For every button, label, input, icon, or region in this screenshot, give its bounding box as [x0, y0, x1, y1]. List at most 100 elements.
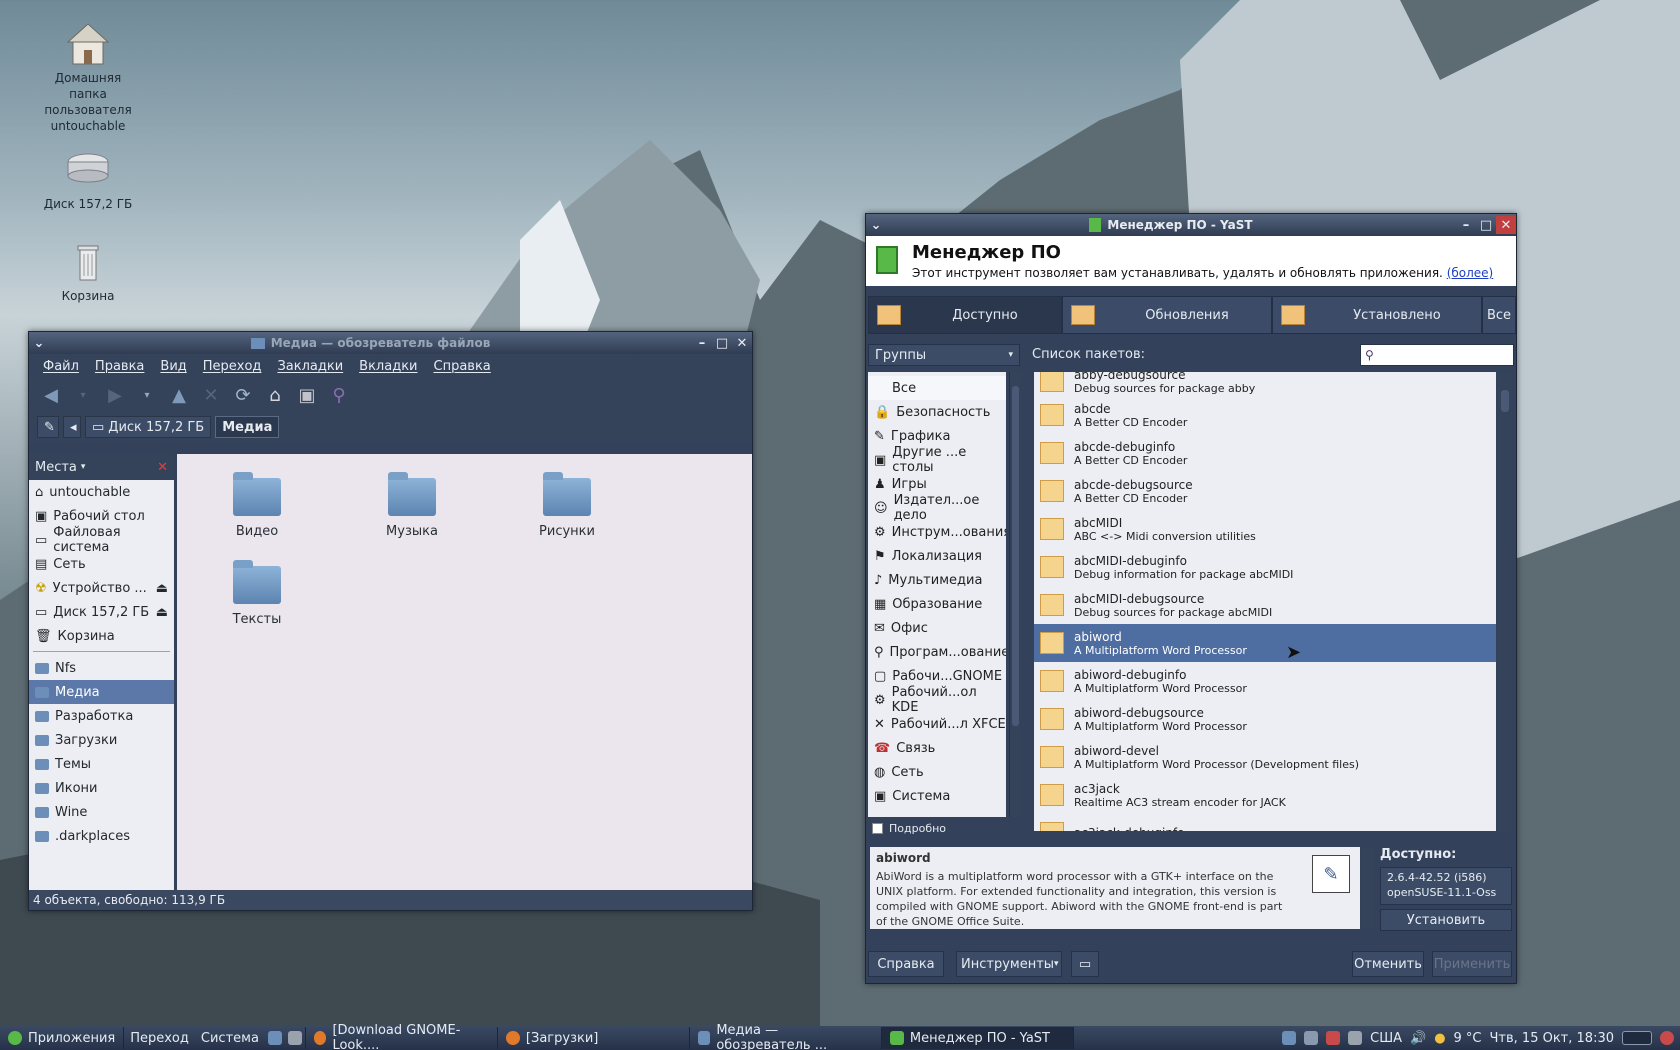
tab-installed[interactable]: Установлено	[1272, 296, 1482, 334]
home-icon[interactable]: ⌂	[261, 382, 289, 408]
package-row-selected[interactable]: abiword A Multiplatform Word Processor	[1034, 624, 1496, 662]
desktop-home-folder[interactable]: Домашняя папка пользователя untouchable	[38, 22, 138, 134]
help-button[interactable]: Справка	[868, 951, 944, 977]
sidebar-title[interactable]: Места	[35, 460, 77, 475]
task-file-browser[interactable]: Медиа — обозреватель ...	[690, 1023, 882, 1050]
back-dropdown-icon[interactable]: ▾	[69, 382, 97, 408]
bookmark-media[interactable]: Медиа	[29, 680, 174, 704]
package-row[interactable]: abcMIDI-debugsource Debug sources for pac…	[1034, 586, 1496, 624]
forward-icon[interactable]: ▶	[101, 382, 129, 408]
path-current-button[interactable]: Медиа	[215, 416, 280, 438]
file-browser-titlebar[interactable]: ⌄ Медиа — обозреватель файлов – □ ✕	[29, 332, 752, 354]
package-row[interactable]: abiword-devel A Multiplatform Word Proces…	[1034, 738, 1496, 776]
package-row[interactable]: abcMIDI ABC <-> Midi conversion utilities	[1034, 510, 1496, 548]
keyboard-layout[interactable]: США	[1370, 1031, 1402, 1046]
bookmark-dev[interactable]: Разработка	[29, 704, 174, 728]
scrollbar-thumb[interactable]	[1501, 390, 1509, 412]
toggle-location-icon[interactable]: ✎	[37, 416, 59, 438]
minimize-button[interactable]: –	[692, 334, 712, 352]
minimize-button[interactable]: –	[1456, 216, 1476, 234]
group-all[interactable]: Все	[868, 376, 1006, 400]
group-security[interactable]: 🔒 Безопасность	[868, 400, 1006, 424]
place-home[interactable]: ⌂ untouchable	[29, 480, 174, 504]
group-system[interactable]: ▣ Система	[868, 784, 1006, 808]
file-view[interactable]: Видео Музыка Рисунки Тексты	[177, 454, 752, 890]
yast-titlebar[interactable]: ⌄ Менеджер ПО - YaST – □ ✕	[866, 214, 1516, 236]
file-manager-launcher[interactable]	[265, 1027, 285, 1049]
group-other-desktops[interactable]: ▣ Другие ...е столы	[868, 445, 1006, 475]
group-xfce[interactable]: ✕ Рабочий...л XFCE	[868, 712, 1006, 736]
groups-scrollbar[interactable]	[1009, 372, 1021, 817]
groups-combo[interactable]: Группы ▾	[868, 344, 1020, 366]
file-item-music[interactable]: Музыка	[362, 466, 462, 539]
menu-file[interactable]: Файл	[35, 359, 87, 374]
up-icon[interactable]: ▲	[165, 382, 193, 408]
more-link[interactable]: (более)	[1447, 266, 1494, 280]
desktop-drive[interactable]: Диск 157,2 ГБ	[38, 148, 138, 212]
description-scrollbar[interactable]	[1362, 847, 1374, 929]
weather-icon[interactable]: ●	[1434, 1031, 1445, 1046]
display-icon[interactable]	[1348, 1031, 1363, 1045]
apply-button[interactable]: Применить	[1432, 951, 1512, 977]
package-row[interactable]: abcde A Better CD Encoder	[1034, 396, 1496, 434]
cancel-button[interactable]: Отменить	[1352, 951, 1424, 977]
file-item-video[interactable]: Видео	[207, 466, 307, 539]
reload-icon[interactable]: ⟳	[229, 382, 257, 408]
place-network[interactable]: ▤ Сеть	[29, 552, 174, 576]
computer-icon[interactable]: ▣	[293, 382, 321, 408]
path-left-arrow-icon[interactable]: ◂	[63, 416, 81, 438]
path-drive-button[interactable]: ▭ Диск 157,2 ГБ	[85, 416, 212, 438]
place-trash[interactable]: 🗑 Корзина	[29, 624, 174, 648]
file-item-pictures[interactable]: Рисунки	[517, 466, 617, 539]
package-row[interactable]: abiword-debuginfo A Multiplatform Word Pr…	[1034, 662, 1496, 700]
chevron-down-icon[interactable]: ▾	[81, 462, 86, 472]
group-publishing[interactable]: ☺ Издател...ое дело	[868, 493, 1006, 523]
stop-icon[interactable]: ✕	[197, 382, 225, 408]
volume-icon[interactable]: 🔊	[1410, 1031, 1426, 1046]
menu-edit[interactable]: Правка	[87, 359, 152, 374]
menu-help[interactable]: Справка	[426, 359, 499, 374]
maximize-button[interactable]: □	[712, 334, 732, 352]
group-communication[interactable]: ☎ Связь	[868, 736, 1006, 760]
tools-button[interactable]: Инструменты ▾	[956, 951, 1062, 977]
version-select[interactable]: 2.6.4-42.52 (i586) openSUSE-11.1-Oss	[1380, 867, 1512, 905]
terminal-launcher[interactable]	[285, 1027, 306, 1049]
task-yast[interactable]: Менеджер ПО - YaST	[881, 1027, 1074, 1049]
bookmark-nfs[interactable]: Nfs	[29, 656, 174, 680]
group-education[interactable]: ▦ Образование	[868, 592, 1006, 616]
group-network[interactable]: ◍ Сеть	[868, 760, 1006, 784]
log-button[interactable]: ▭	[1071, 951, 1099, 977]
package-row[interactable]: ac3jack-debuginfo	[1034, 814, 1496, 831]
group-tools[interactable]: ⚙ Инструм...ования	[868, 520, 1006, 544]
package-row[interactable]: abcde-debuginfo A Better CD Encoder	[1034, 434, 1496, 472]
back-icon[interactable]: ◀	[37, 382, 65, 408]
tab-available[interactable]: Доступно	[868, 296, 1062, 334]
bookmark-icons[interactable]: Икони	[29, 776, 174, 800]
bookmark-themes[interactable]: Темы	[29, 752, 174, 776]
scrollbar-thumb[interactable]	[1012, 386, 1019, 726]
menu-view[interactable]: Вид	[152, 359, 194, 374]
search-field[interactable]: ⚲	[1360, 344, 1514, 366]
group-localization[interactable]: ⚑ Локализация	[868, 544, 1006, 568]
package-row[interactable]: ac3jack Realtime AC3 stream encoder for J…	[1034, 776, 1496, 814]
maximize-button[interactable]: □	[1476, 216, 1496, 234]
bookmark-darkplaces[interactable]: .darkplaces	[29, 824, 174, 848]
menu-go[interactable]: Переход	[195, 359, 270, 374]
bookmark-downloads[interactable]: Загрузки	[29, 728, 174, 752]
place-drive[interactable]: ▭ Диск 157,2 ГБ ⏏	[29, 600, 174, 624]
close-button[interactable]: ✕	[1496, 216, 1516, 234]
file-item-texts[interactable]: Тексты	[207, 554, 307, 627]
menu-tabs[interactable]: Вкладки	[351, 359, 425, 374]
shutdown-icon[interactable]	[1660, 1031, 1674, 1045]
place-filesystem[interactable]: ▭ Файловая система	[29, 525, 174, 555]
details-checkbox[interactable]: Подробно	[872, 822, 946, 835]
tab-updates[interactable]: Обновления	[1062, 296, 1272, 334]
clipboard-icon[interactable]	[1282, 1031, 1297, 1045]
window-menu-icon[interactable]: ⌄	[29, 334, 49, 352]
task-firefox-download[interactable]: [Download GNOME-Look....	[306, 1023, 498, 1050]
window-menu-icon[interactable]: ⌄	[866, 216, 886, 234]
tab-all[interactable]: Все	[1482, 296, 1516, 334]
weather-text[interactable]: 9 °C	[1454, 1031, 1482, 1046]
task-firefox-downloads[interactable]: [Загрузки]	[498, 1027, 690, 1049]
close-sidebar-icon[interactable]: ✕	[157, 460, 168, 475]
